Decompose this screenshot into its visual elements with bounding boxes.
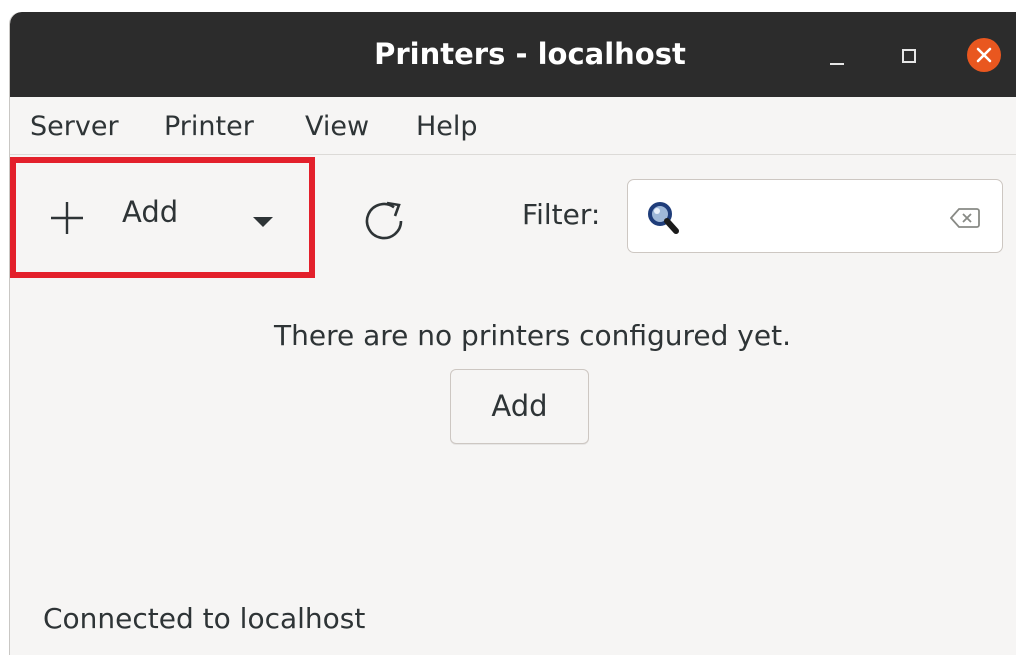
filter-label: Filter: xyxy=(522,198,601,231)
menu-help[interactable]: Help xyxy=(416,97,478,154)
add-button-label: Add xyxy=(122,195,179,229)
status-bar-text: Connected to localhost xyxy=(43,602,366,635)
search-icon xyxy=(648,202,679,234)
backspace-icon[interactable] xyxy=(950,207,980,229)
printers-window: Printers - localhost Server Printer View… xyxy=(9,12,1016,655)
close-button[interactable] xyxy=(960,12,1001,97)
window-title: Printers - localhost xyxy=(374,37,686,71)
menu-bar: Server Printer View Help xyxy=(10,97,1016,155)
menu-printer[interactable]: Printer xyxy=(164,97,254,154)
menu-view[interactable]: View xyxy=(305,97,369,154)
minimize-button[interactable] xyxy=(818,12,858,97)
close-icon xyxy=(976,47,992,63)
minimize-icon xyxy=(830,63,844,65)
filter-input[interactable] xyxy=(627,179,1003,253)
add-printer-button[interactable]: Add xyxy=(10,155,320,283)
plus-icon xyxy=(51,202,83,234)
title-bar[interactable]: Printers - localhost xyxy=(10,12,1016,97)
toolbar: Add Filter: xyxy=(10,155,1016,295)
maximize-button[interactable] xyxy=(888,12,928,97)
refresh-icon[interactable] xyxy=(359,195,411,247)
menu-server[interactable]: Server xyxy=(30,97,119,154)
add-button[interactable]: Add xyxy=(450,369,589,444)
maximize-icon xyxy=(902,49,916,63)
empty-message: There are no printers configured yet. xyxy=(274,319,791,352)
chevron-down-icon[interactable] xyxy=(253,217,273,229)
